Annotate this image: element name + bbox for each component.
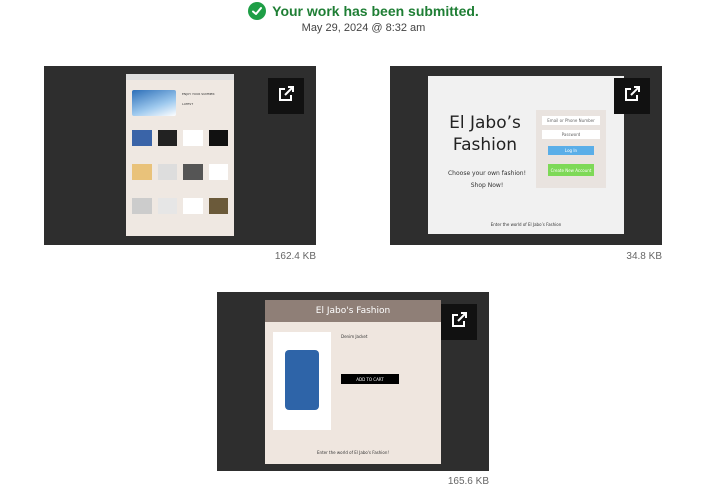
open-link-button[interactable] [268, 78, 304, 114]
webpage-thumbnail: El Jabo's Fashion Denim Jacket ADD TO CA… [265, 300, 441, 464]
open-link-button[interactable] [441, 304, 477, 340]
thumbnail-title: El Jabo's Fashion [265, 300, 441, 322]
external-link-icon [622, 84, 642, 109]
file-size: 162.4 KB [274, 251, 316, 262]
external-link-icon [276, 84, 296, 109]
email-field: Email or Phone Number [542, 116, 600, 125]
thumbnail-footer: Enter the world of El Jabo's Fashion! [317, 450, 389, 455]
open-link-button[interactable] [614, 78, 650, 114]
thumbnail-cta: Shop Now! [470, 182, 504, 189]
submission-card-3[interactable]: El Jabo's Fashion Denim Jacket ADD TO CA… [217, 292, 489, 471]
external-link-icon [449, 310, 469, 335]
thumbnail-title: El Jabo’s Fashion [449, 113, 521, 155]
submission-card-2[interactable]: El Jabo’s Fashion Choose your own fashio… [390, 66, 662, 245]
create-account-button: Create New Account [548, 164, 594, 176]
login-button: Log In [548, 146, 594, 155]
product-grid [132, 130, 228, 226]
product-name: Denim Jacket [341, 334, 368, 339]
wave-image [132, 90, 176, 116]
file-size: 34.8 KB [626, 251, 662, 262]
thumbnail-footer: Enter the world of El Jabo’s Fashion [490, 222, 562, 227]
thumbnail-heading: ENJOY YOUR SUMMER [182, 92, 215, 96]
thumbnail-subtext: LATEST [182, 102, 194, 106]
password-field: Password [542, 130, 600, 139]
webpage-thumbnail: ENJOY YOUR SUMMER LATEST [126, 74, 234, 236]
submission-card-1[interactable]: ENJOY YOUR SUMMER LATEST [44, 66, 316, 245]
status-message: Your work has been submitted. [272, 3, 479, 19]
thumbnail-tagline: Choose your own fashion! [447, 170, 526, 177]
submission-status: Your work has been submitted. [0, 2, 727, 20]
product-image [273, 332, 331, 430]
submission-timestamp: May 29, 2024 @ 8:32 am [301, 22, 426, 34]
add-to-cart-button: ADD TO CART [341, 374, 399, 384]
file-size: 165.6 KB [447, 476, 489, 487]
webpage-thumbnail: El Jabo’s Fashion Choose your own fashio… [428, 76, 624, 234]
check-circle-icon [248, 2, 267, 20]
login-form: Email or Phone Number Password Log In Cr… [536, 110, 606, 188]
